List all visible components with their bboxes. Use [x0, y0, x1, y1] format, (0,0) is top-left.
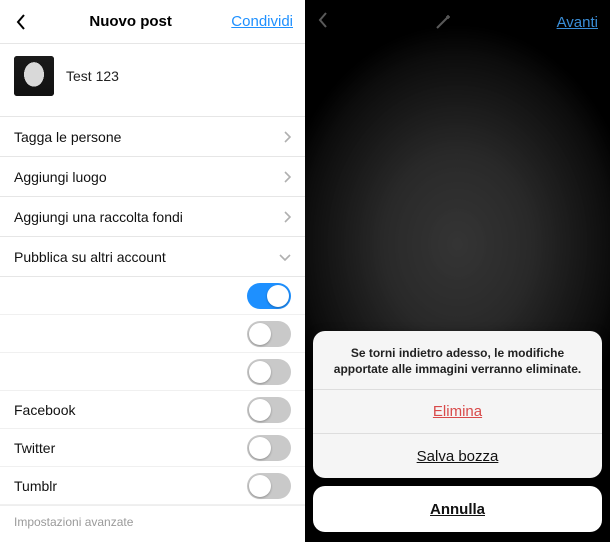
back-icon[interactable] [12, 13, 30, 31]
chevron-right-icon [283, 171, 291, 183]
chevron-right-icon [283, 131, 291, 143]
facebook-toggle-row: Facebook [0, 391, 305, 429]
twitter-toggle-row: Twitter [0, 429, 305, 467]
magic-wand-icon[interactable] [433, 12, 453, 32]
next-button[interactable]: Avanti [557, 14, 598, 31]
account-toggle[interactable] [247, 359, 291, 385]
toggle-label: Tumblr [14, 478, 57, 494]
advanced-label: Impostazioni avanzate [14, 515, 133, 529]
row-label: Tagga le persone [14, 129, 121, 145]
edit-photo-screen: Avanti Se torni indietro adesso, le modi… [305, 0, 610, 542]
cancel-button[interactable]: Annulla [313, 486, 602, 532]
account-toggle-row [0, 315, 305, 353]
caption-row[interactable]: Test 123 [0, 44, 305, 117]
right-header: Avanti [305, 0, 610, 44]
save-draft-button[interactable]: Salva bozza [313, 434, 602, 478]
discard-action-sheet: Se torni indietro adesso, le modifiche a… [313, 331, 602, 532]
row-label: Aggiungi una raccolta fondi [14, 209, 183, 225]
account-toggle[interactable] [247, 283, 291, 309]
left-header: Nuovo post Condividi [0, 0, 305, 44]
facebook-toggle[interactable] [247, 397, 291, 423]
toggle-label: Facebook [14, 402, 75, 418]
header-title: Nuovo post [30, 13, 231, 30]
post-thumbnail[interactable] [14, 56, 54, 96]
add-fundraiser-row[interactable]: Aggiungi una raccolta fondi [0, 197, 305, 237]
account-toggle-row [0, 353, 305, 391]
tumblr-toggle-row: Tumblr [0, 467, 305, 505]
add-location-row[interactable]: Aggiungi luogo [0, 157, 305, 197]
row-label: Aggiungi luogo [14, 169, 107, 185]
sheet-message: Se torni indietro adesso, le modifiche a… [313, 331, 602, 390]
twitter-toggle[interactable] [247, 435, 291, 461]
toggle-label: Twitter [14, 440, 55, 456]
share-button[interactable]: Condividi [231, 13, 293, 30]
sheet-card: Se torni indietro adesso, le modifiche a… [313, 331, 602, 478]
row-label: Pubblica su altri account [14, 249, 166, 265]
post-other-accounts-row[interactable]: Pubblica su altri account [0, 237, 305, 277]
account-toggle[interactable] [247, 321, 291, 347]
chevron-down-icon [279, 253, 291, 261]
tumblr-toggle[interactable] [247, 473, 291, 499]
delete-button[interactable]: Elimina [313, 390, 602, 434]
new-post-screen: Nuovo post Condividi Test 123 Tagga le p… [0, 0, 305, 542]
tag-people-row[interactable]: Tagga le persone [0, 117, 305, 157]
account-toggle-row [0, 277, 305, 315]
advanced-settings-row[interactable]: Impostazioni avanzate [0, 505, 305, 537]
back-icon[interactable] [317, 11, 329, 34]
chevron-right-icon [283, 211, 291, 223]
caption-text[interactable]: Test 123 [66, 68, 119, 84]
